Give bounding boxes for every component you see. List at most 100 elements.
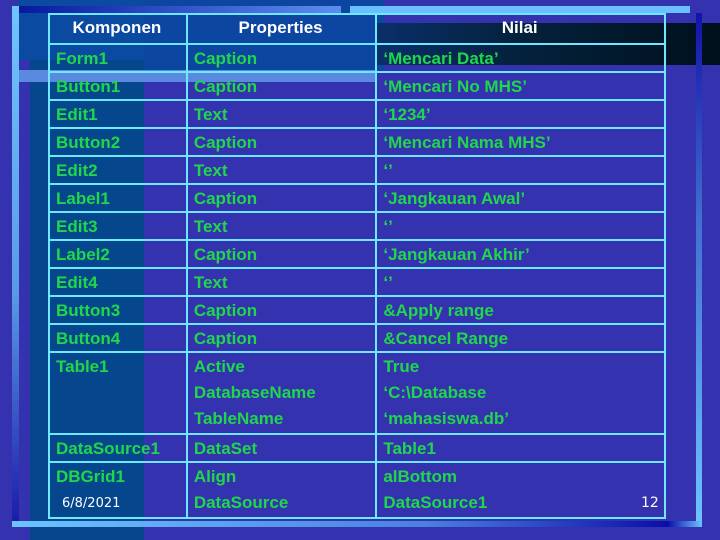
cell-component: Button2: [48, 127, 188, 157]
cell-component: Form1: [48, 43, 188, 73]
properties-table: Komponen Properties Nilai Form1 Caption ‘M…: [48, 13, 666, 519]
property-name: Caption: [193, 49, 258, 68]
property-value: &Apply range: [383, 301, 494, 320]
property-name: TableName: [193, 409, 284, 428]
cell-values: alBottom DataSource1: [375, 461, 666, 519]
property-name: Text: [193, 161, 228, 180]
property-value: ‘Mencari No MHS’: [383, 77, 527, 96]
table-row: Button2 Caption ‘Mencari Nama MHS’: [48, 127, 666, 157]
property-name: Caption: [193, 77, 258, 96]
cell-properties: Caption: [185, 323, 378, 353]
cell-values: ‘1234’: [375, 99, 666, 129]
cell-properties: Caption: [185, 127, 378, 157]
cell-values: ‘’: [375, 155, 666, 185]
cell-values: True ‘C:\Database ‘mahasiswa.db’: [375, 351, 666, 435]
cell-values: ‘’: [375, 267, 666, 297]
table-row: Edit1 Text ‘1234’: [48, 99, 666, 129]
cell-properties: Caption: [185, 239, 378, 269]
cell-properties: Text: [185, 99, 378, 129]
property-value: ‘Mencari Data’: [383, 49, 499, 68]
table-row: Edit2 Text ‘’: [48, 155, 666, 185]
property-name: Caption: [193, 301, 258, 320]
property-value: ‘Jangkauan Awal’: [383, 189, 526, 208]
property-value: ‘Jangkauan Akhir’: [383, 245, 530, 264]
property-value: DataSource1: [383, 493, 488, 512]
cell-component: DataSource1: [48, 433, 188, 463]
cell-properties: Caption: [185, 43, 378, 73]
property-value: alBottom: [383, 467, 458, 486]
property-name: Caption: [193, 189, 258, 208]
decorative-bar-top-left: [19, 6, 341, 13]
property-value: ‘mahasiswa.db’: [383, 409, 510, 428]
cell-properties: Active DatabaseName TableName: [185, 351, 378, 435]
cell-component: Button4: [48, 323, 188, 353]
property-name: Caption: [193, 133, 258, 152]
property-value: ‘1234’: [383, 105, 431, 124]
property-name: Text: [193, 217, 228, 236]
decorative-bar-right: [696, 13, 702, 523]
cell-component: Edit3: [48, 211, 188, 241]
slide-number: 12: [641, 495, 659, 511]
table-header-row: Komponen Properties Nilai: [48, 13, 666, 45]
cell-values: ‘Jangkauan Awal’: [375, 183, 666, 213]
cell-values: ‘’: [375, 211, 666, 241]
decorative-bar-left: [12, 6, 19, 526]
cell-component: Button3: [48, 295, 188, 325]
property-value: ‘’: [383, 161, 393, 180]
cell-values: ‘Jangkauan Akhir’: [375, 239, 666, 269]
cell-properties: DataSet: [185, 433, 378, 463]
property-name: DataSet: [193, 439, 258, 458]
cell-component: Table1: [48, 351, 188, 435]
footer-date: 6/8/2021: [62, 496, 121, 511]
cell-properties: Text: [185, 155, 378, 185]
table-row: Label2 Caption ‘Jangkauan Akhir’: [48, 239, 666, 269]
table-row: Label1 Caption ‘Jangkauan Awal’: [48, 183, 666, 213]
cell-values: &Cancel Range: [375, 323, 666, 353]
cell-values: &Apply range: [375, 295, 666, 325]
property-name: DataSource: [193, 493, 289, 512]
cell-component: Label1: [48, 183, 188, 213]
cell-component: Edit1: [48, 99, 188, 129]
table-row: Edit3 Text ‘’: [48, 211, 666, 241]
cell-properties: Caption: [185, 71, 378, 101]
property-name: Text: [193, 105, 228, 124]
cell-component: Edit4: [48, 267, 188, 297]
header-properties: Properties: [185, 13, 378, 45]
decorative-bar-top-right: [350, 6, 690, 13]
table-row: Edit4 Text ‘’: [48, 267, 666, 297]
property-value: ‘’: [383, 273, 393, 292]
cell-component: Button1: [48, 71, 188, 101]
property-name: Align: [193, 467, 237, 486]
decorative-bar-bottom: [12, 521, 702, 527]
cell-properties: Text: [185, 211, 378, 241]
cell-properties: Caption: [185, 295, 378, 325]
header-komponen: Komponen: [48, 13, 188, 45]
cell-values: ‘Mencari No MHS’: [375, 71, 666, 101]
table-row: DBGrid1 Align DataSource alBottom DataSource…: [48, 461, 666, 519]
table-row: Button1 Caption ‘Mencari No MHS’: [48, 71, 666, 101]
property-name: Caption: [193, 329, 258, 348]
property-value: True: [383, 357, 420, 376]
header-nilai: Nilai: [375, 13, 666, 45]
property-name: Active: [193, 357, 245, 376]
property-name: DatabaseName: [193, 383, 316, 402]
cell-values: ‘Mencari Nama MHS’: [375, 127, 666, 157]
table-row: Form1 Caption ‘Mencari Data’: [48, 43, 666, 73]
table-row: Button3 Caption &Apply range: [48, 295, 666, 325]
cell-values: Table1: [375, 433, 666, 463]
cell-values: ‘Mencari Data’: [375, 43, 666, 73]
property-value: &Cancel Range: [383, 329, 509, 348]
property-value: Table1: [383, 439, 436, 458]
table-row: DataSource1 DataSet Table1: [48, 433, 666, 463]
property-value: ‘C:\Database: [383, 383, 487, 402]
property-value: ‘’: [383, 217, 393, 236]
property-value: ‘Mencari Nama MHS’: [383, 133, 551, 152]
cell-properties: Text: [185, 267, 378, 297]
table-row: Button4 Caption &Cancel Range: [48, 323, 666, 353]
property-name: Caption: [193, 245, 258, 264]
cell-component: Edit2: [48, 155, 188, 185]
property-name: Text: [193, 273, 228, 292]
table-row: Table1 Active DatabaseName TableName True ‘C:…: [48, 351, 666, 435]
cell-properties: Caption: [185, 183, 378, 213]
cell-properties: Align DataSource: [185, 461, 378, 519]
